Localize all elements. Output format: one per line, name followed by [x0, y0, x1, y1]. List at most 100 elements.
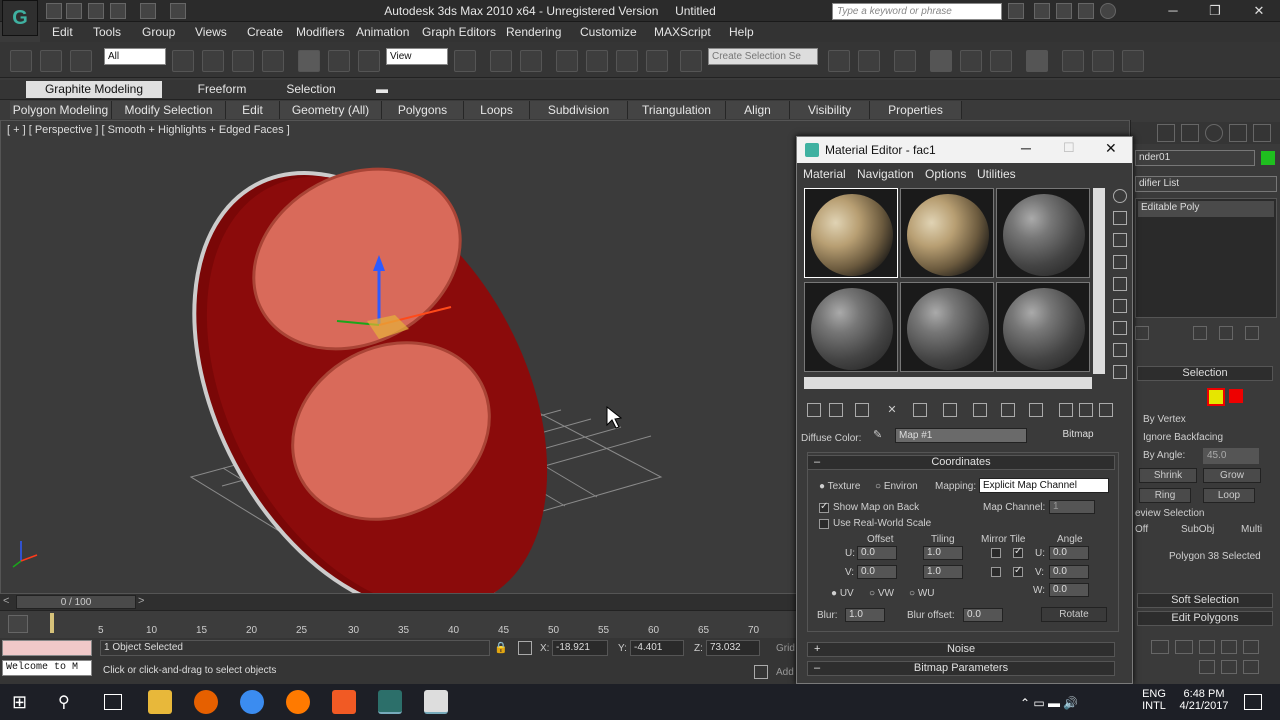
put-material-icon[interactable]: [829, 403, 843, 417]
favorites-star-icon[interactable]: [1078, 3, 1094, 19]
put-to-library-icon[interactable]: [973, 403, 987, 417]
panel-loops[interactable]: Loops: [464, 101, 530, 119]
render-setup-icon[interactable]: [1062, 50, 1084, 72]
material-editor-taskbar-icon[interactable]: [424, 690, 448, 714]
selection-rollout-header[interactable]: Selection: [1137, 366, 1273, 381]
ring-button[interactable]: Ring: [1139, 488, 1191, 503]
input-language[interactable]: ENG INTL: [1142, 688, 1166, 712]
maximize-icon[interactable]: ❐: [1200, 2, 1230, 20]
select-and-link-icon[interactable]: [10, 50, 32, 72]
open-file-icon[interactable]: [66, 3, 82, 19]
pin-stack-icon[interactable]: [1135, 326, 1149, 340]
blur-offset-field[interactable]: 0.0: [963, 608, 1003, 622]
snaps-toggle-icon[interactable]: [556, 50, 578, 72]
material-slot-5[interactable]: [900, 282, 994, 372]
map-channel-field[interactable]: 1: [1049, 500, 1095, 514]
material-slot-4[interactable]: [804, 282, 898, 372]
close-icon[interactable]: ✕: [1244, 2, 1274, 20]
go-to-parent-icon[interactable]: [1079, 403, 1093, 417]
edit-named-selection-icon[interactable]: [680, 50, 702, 72]
app-orange-icon[interactable]: [286, 690, 310, 714]
next-key-icon[interactable]: [1175, 640, 1193, 654]
panel-geometry-all[interactable]: Geometry (All): [280, 101, 382, 119]
graphite-toggle-icon[interactable]: [930, 50, 952, 72]
preview-multi-radio[interactable]: Multi: [1241, 524, 1262, 535]
z-coordinate-field[interactable]: 73.032: [706, 640, 760, 656]
field-of-view-icon[interactable]: [1199, 660, 1215, 674]
v-mirror-checkbox[interactable]: [991, 567, 1001, 577]
binoculars-icon[interactable]: [1008, 3, 1024, 19]
zoom-extents-icon[interactable]: [1243, 640, 1259, 654]
video-color-check-icon[interactable]: [1113, 277, 1127, 291]
loop-button[interactable]: Loop: [1203, 488, 1255, 503]
file-explorer-icon[interactable]: [148, 690, 172, 714]
menu-edit[interactable]: Edit: [52, 25, 73, 39]
search-icon[interactable]: ⚲: [58, 692, 78, 712]
map-name-dropdown[interactable]: Map #1: [895, 428, 1027, 443]
menu-create[interactable]: Create: [247, 25, 283, 39]
tab-graphite-modeling-tools[interactable]: Graphite Modeling Tools: [26, 81, 162, 110]
tab-selection[interactable]: Selection: [278, 81, 344, 98]
u-tile-checkbox[interactable]: [1013, 546, 1023, 558]
object-color-swatch[interactable]: [1261, 151, 1275, 165]
notification-center-icon[interactable]: [1244, 694, 1262, 710]
coordinates-rollout-header[interactable]: – Coordinates: [807, 455, 1115, 470]
ribbon-minimize-icon[interactable]: ▬: [370, 81, 390, 98]
communication-icon[interactable]: [1056, 3, 1072, 19]
panel-triangulation[interactable]: Triangulation: [628, 101, 726, 119]
save-file-icon[interactable]: [88, 3, 104, 19]
time-next-icon[interactable]: >: [138, 595, 144, 607]
panel-properties[interactable]: Properties: [870, 101, 962, 119]
sample-uv-tiling-icon[interactable]: [1113, 255, 1127, 269]
use-real-world-scale-checkbox[interactable]: [819, 519, 829, 529]
select-and-rotate-icon[interactable]: [328, 50, 350, 72]
by-angle-field[interactable]: 45.0: [1203, 448, 1259, 464]
environ-radio[interactable]: ○ Environ: [875, 481, 918, 492]
bind-space-warp-icon[interactable]: [70, 50, 92, 72]
select-and-manipulate-icon[interactable]: [490, 50, 512, 72]
maxscript-prompt[interactable]: Welcome to M: [2, 660, 92, 676]
orbit-icon[interactable]: [1243, 660, 1259, 674]
uv-radio[interactable]: ● UV: [831, 588, 854, 599]
go-forward-to-sibling-icon[interactable]: [1099, 403, 1113, 417]
rotate-button[interactable]: Rotate: [1041, 607, 1107, 622]
v-offset-field[interactable]: 0.0: [857, 565, 897, 579]
show-end-result-icon[interactable]: [1193, 326, 1207, 340]
curve-editor-mini-icon[interactable]: [8, 615, 28, 633]
wu-radio[interactable]: ○ WU: [909, 588, 935, 599]
select-by-name-icon[interactable]: [202, 50, 224, 72]
spinner-snap-icon[interactable]: [646, 50, 668, 72]
minimize-icon[interactable]: ─: [1158, 2, 1188, 20]
pivot-center-icon[interactable]: [454, 50, 476, 72]
remove-modifier-icon[interactable]: [1245, 326, 1259, 340]
panel-align[interactable]: Align: [726, 101, 790, 119]
reference-coordinate-dropdown[interactable]: View: [386, 48, 448, 65]
menu-group[interactable]: Group: [142, 25, 175, 39]
menu-customize[interactable]: Customize: [580, 25, 637, 39]
u-angle-field[interactable]: 0.0: [1049, 546, 1089, 560]
background-checker-icon[interactable]: [1113, 233, 1127, 247]
x-coordinate-field[interactable]: -18.921: [552, 640, 608, 656]
u-offset-field[interactable]: 0.0: [857, 546, 897, 560]
modifier-list-dropdown[interactable]: difier List: [1135, 176, 1277, 192]
time-marker[interactable]: [50, 613, 54, 633]
sample-type-icon[interactable]: [1113, 189, 1127, 203]
render-production-icon[interactable]: [1122, 50, 1144, 72]
panel-modify-selection[interactable]: Modify Selection: [112, 101, 226, 119]
make-preview-icon[interactable]: [1113, 299, 1127, 313]
select-and-scale-icon[interactable]: [358, 50, 380, 72]
slots-horizontal-scrollbar[interactable]: [804, 377, 1092, 389]
named-selection-dropdown[interactable]: Create Selection Se: [708, 48, 818, 65]
help-icon[interactable]: [1100, 3, 1116, 19]
me-maximize-icon[interactable]: ☐: [1063, 140, 1075, 156]
me-menu-navigation[interactable]: Navigation: [857, 167, 914, 181]
me-menu-material[interactable]: Material: [803, 167, 846, 181]
mirror-icon[interactable]: [828, 50, 850, 72]
make-unique-icon[interactable]: [1219, 326, 1233, 340]
firefox-icon[interactable]: [194, 690, 218, 714]
display-tab-icon[interactable]: [1229, 124, 1247, 142]
soft-selection-rollout-header[interactable]: Soft Selection: [1137, 593, 1273, 608]
material-slot-1[interactable]: [804, 188, 898, 278]
material-editor-window[interactable]: Material Editor - fac1 ─ ☐ ✕ Material Na…: [796, 136, 1133, 684]
preview-off-radio[interactable]: Off: [1135, 524, 1148, 535]
